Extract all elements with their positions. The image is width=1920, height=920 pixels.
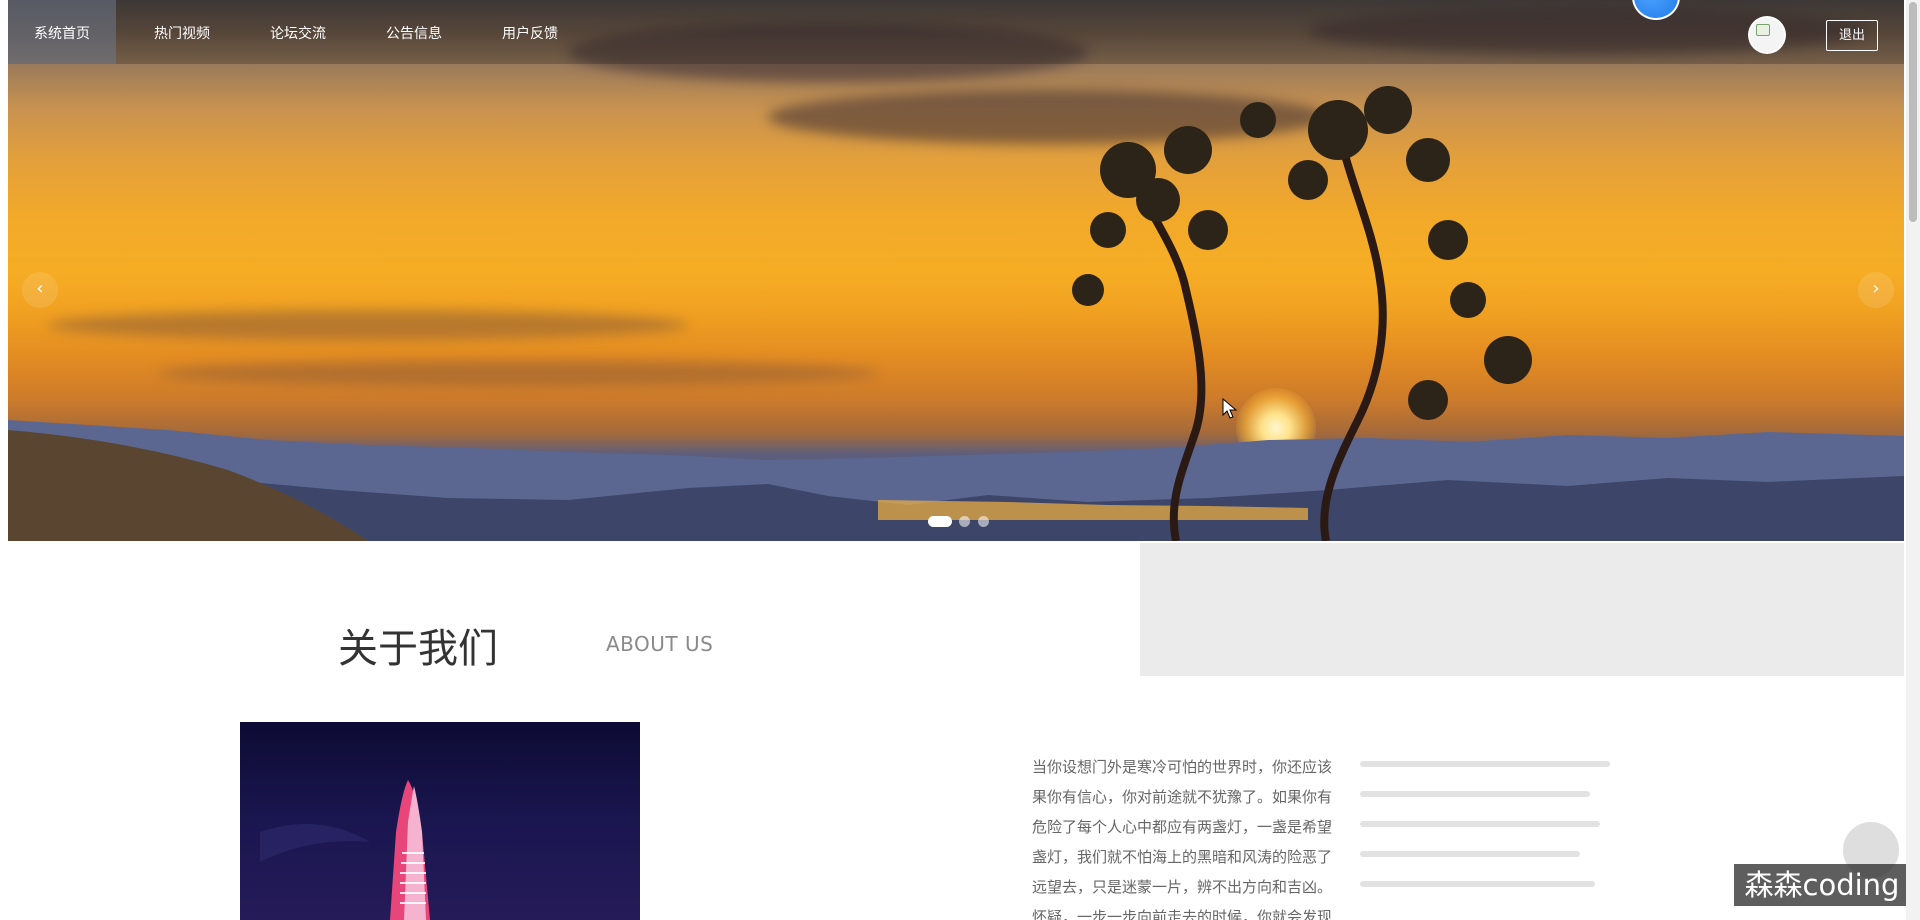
- text-blur-overlay: [1346, 745, 1696, 920]
- hero-banner: ‹ ›: [8, 0, 1904, 541]
- about-photo: [240, 722, 640, 920]
- blurred-line: [1360, 851, 1580, 857]
- nav-item-home[interactable]: 系统首页: [8, 0, 116, 64]
- nav-item-hot-videos[interactable]: 热门视频: [124, 0, 240, 64]
- landscape-silhouette: [8, 86, 1904, 541]
- about-decor-panel: [1140, 543, 1904, 676]
- blurred-line: [1360, 791, 1590, 797]
- logout-button[interactable]: 退出: [1826, 20, 1878, 51]
- blurred-line: [1360, 821, 1600, 827]
- user-avatar[interactable]: [1748, 16, 1786, 54]
- carousel-dot-1[interactable]: [928, 516, 952, 527]
- mouse-cursor-icon: [1222, 398, 1238, 419]
- about-subtitle: ABOUT US: [606, 632, 714, 656]
- top-nav: 系统首页 热门视频 论坛交流 公告信息 用户反馈 退出: [8, 0, 1904, 64]
- user-avatar-icon: [1756, 24, 1770, 36]
- page-scrollbar[interactable]: [1906, 0, 1920, 920]
- carousel-dot-3[interactable]: [978, 516, 989, 527]
- scrollbar-thumb[interactable]: [1909, 2, 1917, 222]
- carousel-prev-button[interactable]: ‹: [22, 272, 58, 308]
- carousel-next-button[interactable]: ›: [1858, 272, 1894, 308]
- carousel-dot-2[interactable]: [959, 516, 970, 527]
- nav-item-announcements[interactable]: 公告信息: [356, 0, 472, 64]
- watermark: 森森coding: [1734, 864, 1910, 906]
- tower-illustration: [260, 780, 430, 920]
- nav-item-feedback[interactable]: 用户反馈: [472, 0, 588, 64]
- nav-item-forum[interactable]: 论坛交流: [240, 0, 356, 64]
- blurred-line: [1360, 761, 1610, 767]
- blurred-line: [1360, 881, 1595, 887]
- about-title: 关于我们: [338, 626, 498, 672]
